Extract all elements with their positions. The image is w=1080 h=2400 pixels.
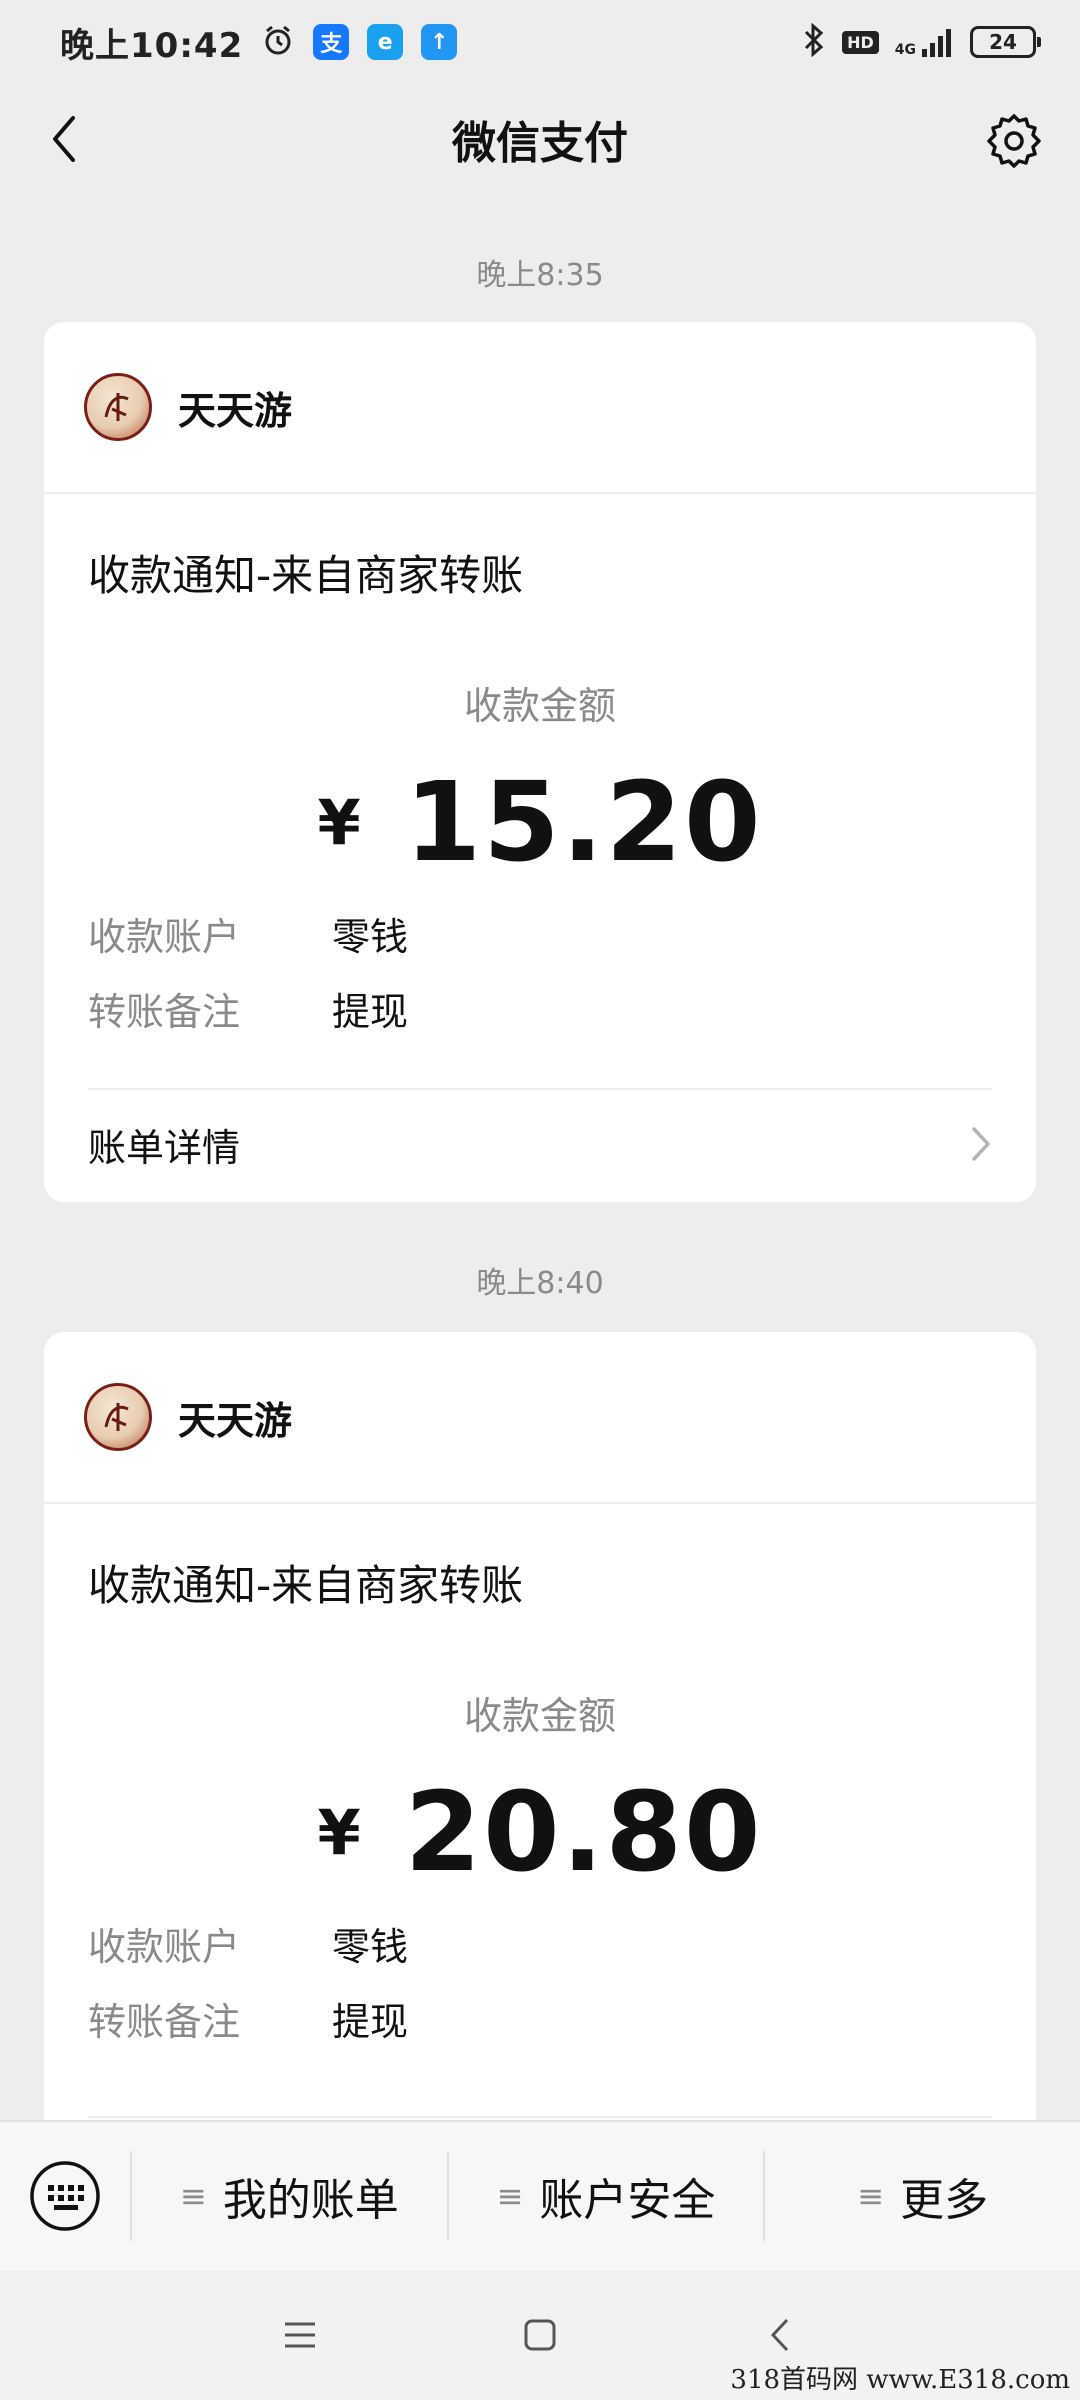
status-right: HD 4G 24: [802, 22, 1041, 61]
account-row: 收款账户 零钱: [88, 906, 992, 961]
merchant-logo: [84, 373, 152, 441]
menu-label: 我的账单: [222, 2175, 399, 2226]
system-back-button[interactable]: [755, 2310, 805, 2360]
card-header[interactable]: 天天游: [44, 1332, 1036, 1504]
menu-lines-icon: ≡: [496, 2177, 524, 2215]
bill-detail-link[interactable]: 账单详情: [88, 1088, 992, 1198]
battery-indicator: 24: [970, 26, 1041, 58]
card-body: 收款通知-来自商家转账 收款金额 ¥ 20.80 收款账户 零钱 转账备注 提现: [44, 1552, 1036, 2118]
recents-button[interactable]: [275, 2310, 325, 2360]
notification-title: 收款通知-来自商家转账: [88, 1561, 524, 1610]
chevron-left-icon: [53, 116, 75, 162]
account-key: 收款账户: [88, 915, 241, 959]
menu-lines-icon: ≡: [857, 2177, 885, 2215]
back-button[interactable]: [34, 109, 94, 169]
network-label: 4G: [894, 42, 916, 58]
merchant-logo: [84, 1383, 152, 1451]
chevron-left-icon: [770, 2318, 789, 2352]
menu-account-security[interactable]: ≡ 账户安全: [446, 2151, 764, 2241]
bottom-menu: ≡ 我的账单 ≡ 账户安全 ≡ 更多: [0, 2120, 1080, 2270]
remark-row: 转账备注 提现: [88, 981, 992, 1036]
keyboard-icon: [30, 2161, 100, 2231]
menu-icon: [285, 2322, 315, 2348]
payment-card[interactable]: 天天游 收款通知-来自商家转账 收款金额 ¥ 15.20 收款账户 零钱 转账备…: [44, 322, 1036, 1202]
card-header[interactable]: 天天游: [44, 322, 1036, 494]
card-divider: [88, 2116, 992, 2118]
card-body: 收款通知-来自商家转账 收款金额 ¥ 15.20 收款账户 零钱 转账备注 提现…: [44, 542, 1036, 1198]
remark-key: 转账备注: [88, 990, 241, 1034]
signal-group: 4G: [895, 27, 954, 57]
menu-label: 账户安全: [539, 2175, 716, 2226]
amount-value: 15.20: [404, 758, 763, 886]
message-timestamp: 晚上8:40: [476, 1266, 604, 1301]
chevron-right-icon: [972, 1127, 990, 1161]
merchant-name: 天天游: [178, 388, 293, 433]
upload-icon: ↑: [421, 24, 458, 60]
menu-more[interactable]: ≡ 更多: [763, 2151, 1080, 2241]
notification-title: 收款通知-来自商家转账: [88, 551, 524, 600]
status-time: 晚上10:42: [60, 25, 244, 66]
currency-symbol: ¥: [317, 1795, 361, 1869]
account-value: 零钱: [332, 1925, 409, 1969]
menu-label: 更多: [900, 2175, 989, 2226]
gear-icon: [987, 114, 1041, 168]
page-title: 微信支付: [452, 118, 628, 169]
settings-button[interactable]: [982, 109, 1046, 173]
nav-bar: 微信支付: [0, 84, 1080, 194]
hd-badge: HD: [842, 30, 879, 54]
watermark-text: 318首码网 www.E318.com: [730, 2365, 1070, 2395]
menu-my-bills[interactable]: ≡ 我的账单: [130, 2151, 447, 2241]
merchant-name: 天天游: [178, 1398, 293, 1443]
amount-label: 收款金额: [463, 684, 616, 728]
home-square-icon: [524, 2319, 556, 2351]
account-key: 收款账户: [88, 1925, 241, 1969]
currency-symbol: ¥: [317, 785, 361, 859]
remark-row: 转账备注 提现: [88, 1991, 992, 2046]
keyboard-toggle-button[interactable]: [0, 2121, 130, 2271]
amount-label: 收款金额: [463, 1694, 616, 1738]
amount-row: ¥ 20.80: [88, 1768, 992, 1896]
bill-detail-label: 账单详情: [88, 1125, 241, 1170]
menu-lines-icon: ≡: [179, 2177, 207, 2215]
amount-row: ¥ 15.20: [88, 758, 992, 886]
home-button[interactable]: [515, 2310, 565, 2360]
status-bar: 晚上10:42 支 e ↑ HD 4G 24: [0, 0, 1080, 84]
amount-value: 20.80: [404, 1768, 763, 1896]
remark-key: 转账备注: [88, 2000, 241, 2044]
alipay-icon: 支: [313, 24, 350, 60]
remark-value: 提现: [332, 2000, 409, 2044]
browser-icon: e: [367, 24, 404, 60]
message-timestamp: 晚上8:35: [476, 258, 604, 293]
status-left: 晚上10:42 支 e ↑: [60, 18, 458, 67]
payment-card[interactable]: 天天游 收款通知-来自商家转账 收款金额 ¥ 20.80 收款账户 零钱 转账备…: [44, 1332, 1036, 2152]
alarm-icon: [261, 23, 295, 61]
bluetooth-icon: [802, 22, 826, 61]
remark-value: 提现: [332, 990, 409, 1034]
account-value: 零钱: [332, 915, 409, 959]
signal-icon: [922, 29, 951, 57]
account-row: 收款账户 零钱: [88, 1916, 992, 1971]
